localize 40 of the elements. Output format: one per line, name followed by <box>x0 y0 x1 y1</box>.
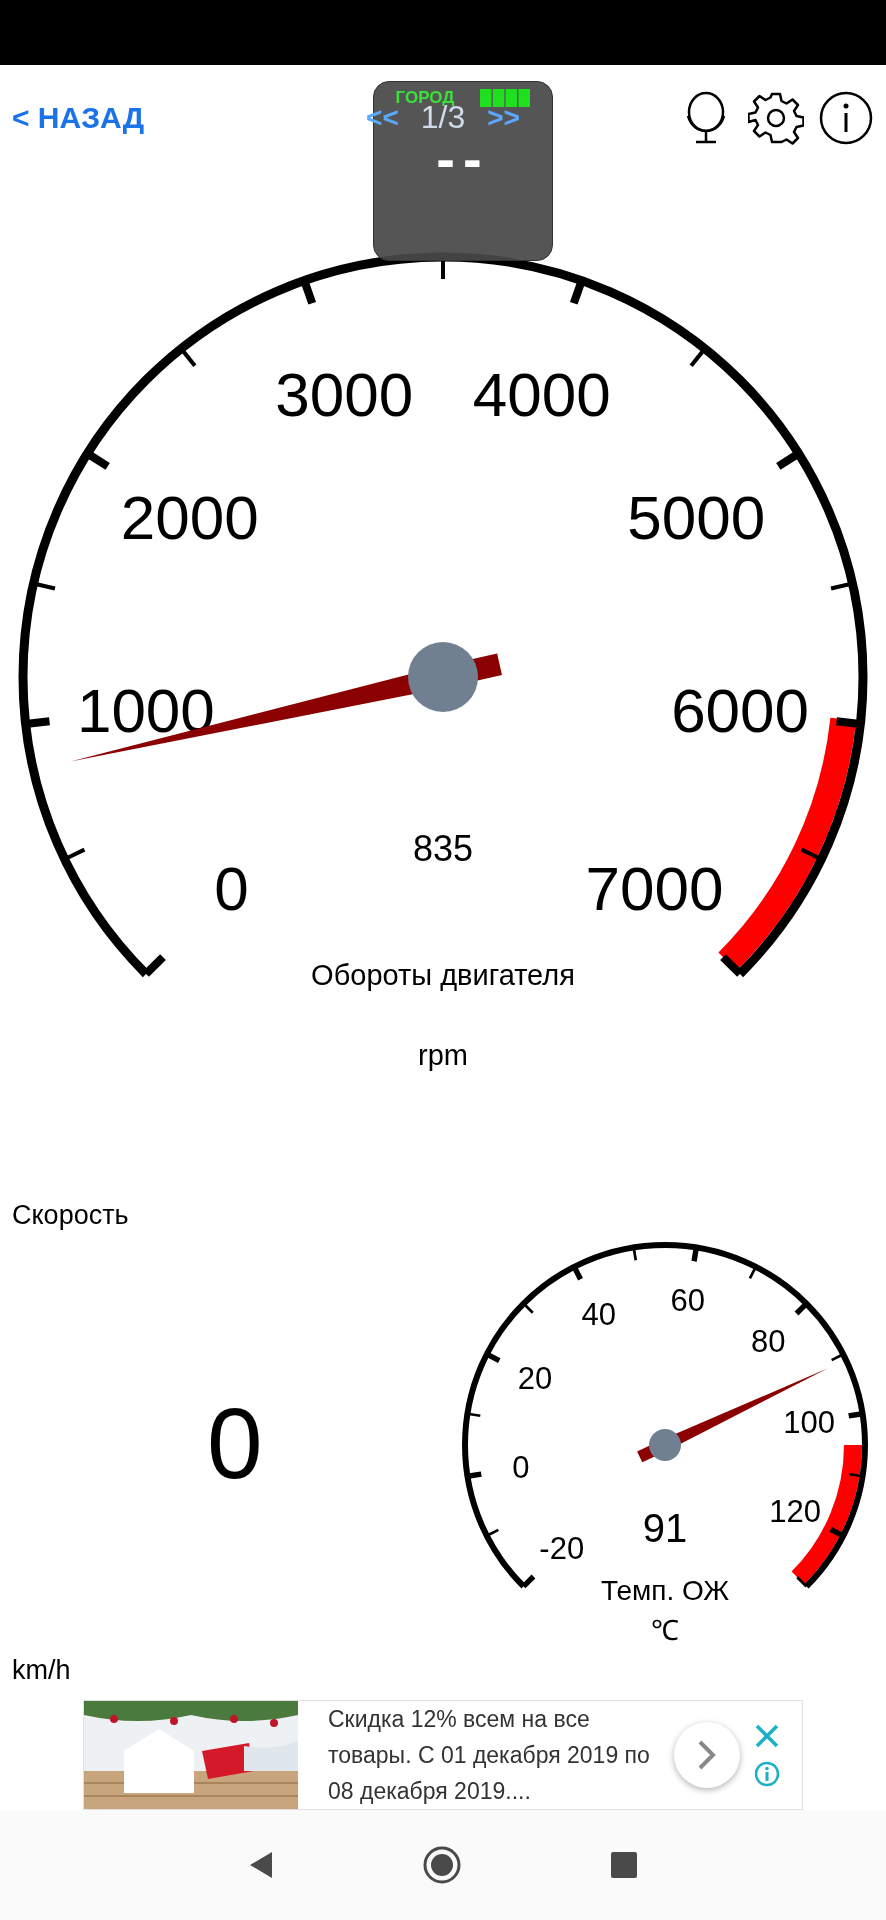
scale-label: 20 <box>517 1361 553 1397</box>
speed-value: 0 <box>207 1385 263 1501</box>
scale-label: 4000 <box>472 360 611 430</box>
close-icon[interactable] <box>754 1723 780 1749</box>
scale-label: 1000 <box>76 676 215 745</box>
gauge-reading: 91 <box>642 1506 688 1550</box>
ad-banner[interactable]: Скидка 12% всем на все товары. С 01 декабря 2019 по 08 декабря 2019.... <box>83 1700 803 1810</box>
scale-label: -20 <box>539 1530 585 1566</box>
needle-hub <box>408 642 478 712</box>
scale-label: 60 <box>670 1283 706 1319</box>
next-link[interactable]: >> <box>487 101 520 134</box>
gauge-title: Обороты двигателя <box>311 959 575 991</box>
back-link[interactable]: < НАЗАД <box>12 100 145 135</box>
scale-label: 100 <box>783 1404 836 1440</box>
gauge-title: Темп. ОЖ <box>600 1574 730 1606</box>
overlay-value: -- <box>436 127 490 191</box>
needle-hub <box>649 1429 681 1461</box>
info-icon[interactable] <box>818 89 874 146</box>
gauge-unit: ℃ <box>651 1614 679 1646</box>
scale-label: 5000 <box>627 483 766 553</box>
scale-label: 7000 <box>585 853 724 923</box>
scale-label: 0 <box>512 1450 530 1486</box>
next-button[interactable] <box>674 1722 740 1788</box>
scale-label: 2000 <box>120 483 259 553</box>
scale-label: 0 <box>214 853 249 923</box>
signal-bars-icon <box>480 89 531 107</box>
ad-text: Скидка 12% всем на все товары. С 01 декабря 2019 по 08 декабря 2019.... <box>328 1705 651 1806</box>
recents-icon[interactable] <box>610 1851 638 1879</box>
scale-label: 6000 <box>671 676 810 745</box>
scale-label: 120 <box>769 1493 821 1529</box>
scale-label: 80 <box>751 1324 786 1360</box>
home-icon[interactable] <box>422 1845 462 1885</box>
speed-unit: km/h <box>12 1655 72 1686</box>
scale-label: 40 <box>581 1297 616 1333</box>
speed-title: Скорость <box>12 1200 130 1231</box>
gauge-unit: rpm <box>418 1039 468 1071</box>
gauge-reading: 835 <box>412 827 474 869</box>
scale-label: 3000 <box>275 360 414 430</box>
chevron-right-icon <box>697 1739 717 1771</box>
back-icon[interactable] <box>248 1850 274 1880</box>
